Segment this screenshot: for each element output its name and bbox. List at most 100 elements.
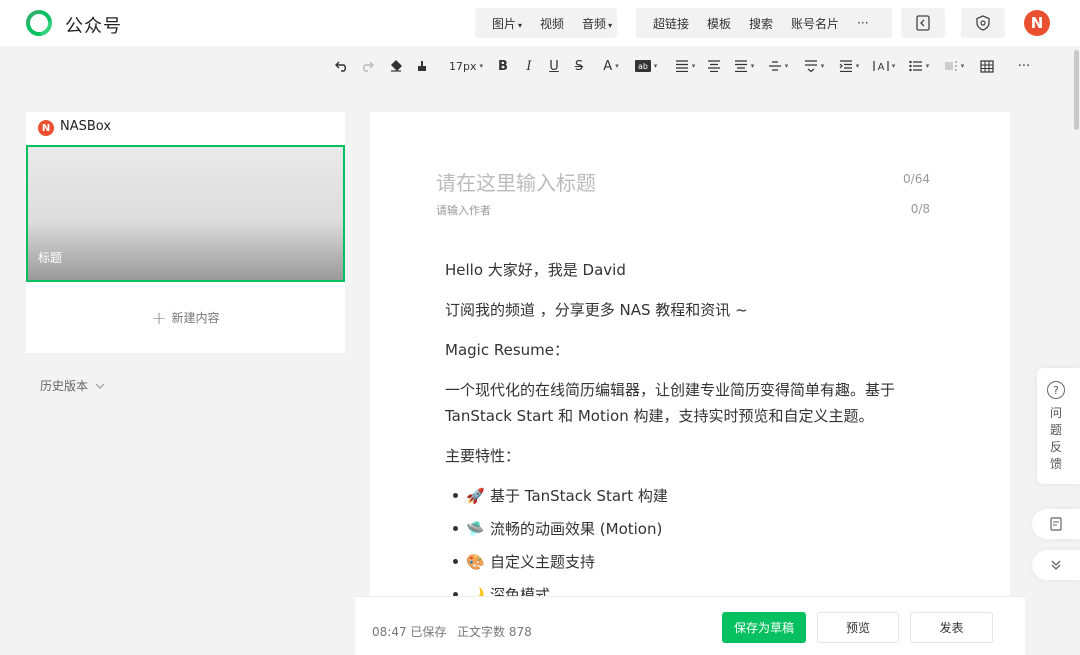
list-item: 🌙 深色模式 <box>445 582 935 597</box>
list-item: 🚀 基于 TanStack Start 构建 <box>445 483 935 509</box>
highlight-icon: ab <box>634 60 651 72</box>
strikethrough-button[interactable]: S <box>572 56 586 76</box>
save-status: 08:47 已保存 <box>372 625 447 639</box>
eraser-icon <box>391 60 402 72</box>
save-draft-button[interactable]: 保存为草稿 <box>722 612 806 643</box>
insert-video-button[interactable]: 视频 <box>540 15 564 32</box>
paragraph: 订阅我的频道 ，分享更多 NAS 教程和资讯 ~ <box>445 301 748 319</box>
italic-button[interactable]: I <box>522 56 536 76</box>
app-title: 公众号 <box>65 16 122 37</box>
redo-button[interactable] <box>359 56 375 76</box>
list-item: 🎨 自定义主题支持 <box>445 549 935 575</box>
search-button[interactable]: 搜索 <box>749 15 773 32</box>
paragraph: Magic Resume： <box>445 341 569 359</box>
paragraph: 一个现代化的在线简历编辑器，让创建专业简历变得简单有趣。基于 TanStack … <box>445 381 896 425</box>
media-insert-group: 图片 ▾ 视频 音频 ▾ <box>475 8 617 38</box>
flying-saucer-icon: 🛸 <box>466 520 485 538</box>
paragraph-spacing-icon <box>804 60 817 72</box>
article-editor: 请在这里输入标题 0/64 请输入作者 0/8 Hello 大家好，我是 Dav… <box>370 112 1010 655</box>
letter-spacing-button[interactable]: A ▾ <box>871 56 897 76</box>
list-item: 🛸 流畅的动画效果 (Motion) <box>445 516 935 542</box>
underline-button[interactable]: U <box>547 56 561 76</box>
bold-button[interactable]: B <box>496 56 510 76</box>
feedback-label: 问题反馈 <box>1050 406 1063 471</box>
template-button[interactable]: 模板 <box>707 15 731 32</box>
word-count: 正文字数 878 <box>457 625 532 639</box>
align-center-icon <box>708 60 720 72</box>
originality-button[interactable] <box>961 8 1005 38</box>
svg-text:A: A <box>877 62 884 72</box>
wechat-mp-logo-icon <box>26 10 52 36</box>
user-avatar[interactable]: N <box>1024 10 1050 36</box>
table-icon <box>980 59 994 73</box>
indent-icon <box>839 60 852 72</box>
paragraph: Hello 大家好，我是 David <box>445 261 626 279</box>
format-painter-icon <box>418 61 426 71</box>
notes-button[interactable] <box>1032 509 1080 539</box>
account-name: NASBox <box>60 119 112 134</box>
scroll-bottom-button[interactable] <box>1032 550 1080 580</box>
svg-text:ab: ab <box>638 62 648 71</box>
feature-list: 🚀 基于 TanStack Start 构建 🛸 流畅的动画效果 (Motion) … <box>445 483 935 597</box>
title-char-count: 0/64 <box>903 172 930 186</box>
title-input[interactable]: 请在这里输入标题 <box>436 167 596 196</box>
vertical-align-button[interactable]: ▾ <box>766 56 790 76</box>
toolbar-more-button[interactable]: ··· <box>1014 56 1034 76</box>
account-card-button[interactable]: 账号名片 <box>791 15 839 32</box>
indent-button[interactable]: ▾ <box>836 56 862 76</box>
top-bar: 公众号 图片 ▾ 视频 音频 ▾ 超链接 模板 搜索 账号名片 ··· N <box>0 0 1080 46</box>
redo-icon <box>363 61 374 72</box>
publish-button[interactable]: 发表 <box>910 612 993 643</box>
format-painter-button[interactable] <box>414 56 430 76</box>
author-input[interactable]: 请输入作者 <box>436 202 491 218</box>
rocket-icon: 🚀 <box>466 487 485 505</box>
align-center-button[interactable] <box>706 56 722 76</box>
tools-group: 超链接 模板 搜索 账号名片 ··· <box>636 8 892 38</box>
more-tools-button[interactable]: ··· <box>857 16 868 30</box>
undo-button[interactable] <box>334 56 350 76</box>
justify-button[interactable]: ▾ <box>731 56 757 76</box>
vertical-align-icon <box>768 61 781 71</box>
author-char-count: 0/8 <box>910 202 930 216</box>
chevron-down-icon <box>95 383 105 389</box>
cover-title: 标题 <box>38 251 63 265</box>
plus-icon: + <box>151 308 167 329</box>
history-version-dropdown[interactable]: 历史版本 <box>40 377 105 394</box>
question-icon: ? <box>1047 381 1065 399</box>
article-list-panel: N NASBox 标题 + 新建内容 <box>26 112 345 353</box>
account-avatar: N <box>38 120 54 136</box>
border-style-icon <box>944 61 957 71</box>
moon-icon: 🌙 <box>466 586 485 597</box>
list-button[interactable]: ▾ <box>906 56 932 76</box>
page-scrollbar[interactable] <box>1074 50 1079 130</box>
insert-audio-menu[interactable]: 音频 ▾ <box>582 15 612 32</box>
preview-button[interactable]: 预览 <box>817 612 899 643</box>
paragraph: 主要特性： <box>445 447 521 465</box>
shield-icon <box>976 15 990 31</box>
background-color-button[interactable]: ab ▾ <box>633 56 659 76</box>
insert-page-button[interactable] <box>901 8 945 38</box>
new-content-button[interactable]: + 新建内容 <box>26 308 345 329</box>
font-color-button[interactable]: A ▾ <box>598 56 624 76</box>
align-left-icon <box>675 60 688 72</box>
font-size-select[interactable]: 17px ▾ <box>446 56 486 76</box>
insert-page-icon <box>916 15 930 31</box>
feedback-button[interactable]: ? 问题反馈 <box>1037 368 1080 484</box>
article-cover-card[interactable]: 标题 <box>26 145 345 282</box>
bullet-list-icon <box>909 60 922 72</box>
table-button[interactable] <box>978 56 996 76</box>
palette-icon: 🎨 <box>466 553 485 571</box>
align-menu-button[interactable]: ▾ <box>672 56 698 76</box>
clear-format-button[interactable] <box>388 56 404 76</box>
letter-spacing-icon: A <box>873 61 889 72</box>
align-justify-icon <box>734 60 747 72</box>
article-body[interactable]: Hello 大家好，我是 David 订阅我的频道 ，分享更多 NAS 教程和资… <box>445 257 935 597</box>
insert-image-menu[interactable]: 图片 ▾ <box>492 15 522 32</box>
hyperlink-button[interactable]: 超链接 <box>653 15 689 32</box>
border-style-button[interactable]: ▾ <box>941 56 967 76</box>
double-chevron-down-icon <box>1051 560 1061 570</box>
new-content-label: 新建内容 <box>171 311 220 325</box>
undo-icon <box>335 61 346 72</box>
paragraph-spacing-button[interactable]: ▾ <box>801 56 827 76</box>
editor-footer: 08:47 已保存 正文字数 878 保存为草稿 预览 发表 <box>355 596 1025 655</box>
